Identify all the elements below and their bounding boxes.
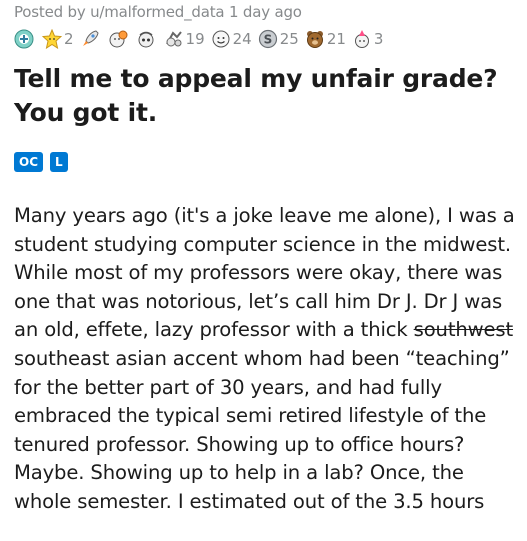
award-count: 25 [279, 30, 299, 48]
take-my-energy-award-icon [165, 31, 182, 47]
body-line: Many years ago (it's a joke leave me alo… [14, 204, 515, 227]
body-line: Maybe. Showing up to help in a lab? Once… [14, 461, 464, 485]
body-line: for the better part of 30 years, and had… [14, 375, 442, 399]
long-flair[interactable]: L [50, 152, 68, 172]
award-hugz[interactable] [108, 29, 130, 49]
body-text: an old, effete, lazy professor with a th… [14, 318, 414, 342]
award-count: 3 [373, 30, 384, 48]
ally-award-icon [138, 31, 154, 48]
post-flairs: OC L [14, 152, 68, 172]
strikethrough-text: southwest [413, 318, 513, 342]
award-silver[interactable]: S 25 [258, 29, 299, 49]
body-line: While most of my professors were okay, t… [14, 261, 503, 285]
award-count: 2 [64, 30, 74, 48]
post-title-line: Tell me to appeal my unfair grade? [14, 64, 498, 93]
post-meta: Posted by u/malformed_data 1 day ago [14, 3, 302, 21]
award-ally[interactable] [136, 29, 158, 49]
wholesome-award-icon [42, 29, 62, 49]
award-count: 24 [232, 30, 252, 48]
award-count: 19 [185, 30, 205, 48]
helpful-award-icon [14, 29, 34, 49]
body-line: tenured professor. Showing up to office … [14, 432, 465, 456]
award-bear[interactable]: 21 [305, 29, 346, 49]
body-line: embraced the typical semi retired lifest… [14, 404, 487, 428]
party-train-award-icon [354, 30, 369, 48]
awards-row[interactable]: 2 19 24 S 25 21 3 [14, 27, 383, 51]
award-helpful[interactable] [14, 29, 36, 49]
post-body: Many years ago (it's a joke leave me alo… [14, 202, 524, 517]
wholesome-seal-award-icon [212, 30, 230, 48]
award-take-my-energy[interactable]: 19 [164, 29, 205, 49]
award-wholesome-seal[interactable]: 24 [211, 29, 252, 49]
rocket-award-icon [82, 30, 99, 46]
body-line: whole semester. I estimated out of the 3… [14, 489, 485, 513]
post-title[interactable]: Tell me to appeal my unfair grade? You g… [14, 62, 514, 130]
hugz-award-icon [109, 30, 128, 48]
silver-coin-award-icon: S [258, 29, 277, 49]
award-count: 21 [326, 30, 346, 48]
award-rocket[interactable] [80, 29, 102, 49]
body-line: an old, effete, lazy professor with a th… [14, 316, 524, 345]
bear-award-icon [306, 31, 323, 48]
award-party-train[interactable]: 3 [352, 29, 384, 49]
body-line: one that was notorious, let’s call him D… [14, 289, 503, 313]
body-line: southeast asian accent whom had been “te… [14, 346, 510, 370]
body-line: student studying computer science in the… [14, 232, 511, 256]
svg-text:S: S [263, 33, 272, 47]
post-title-line: You got it. [14, 98, 158, 127]
oc-flair[interactable]: OC [14, 152, 44, 172]
award-wholesome[interactable]: 2 [42, 29, 74, 49]
